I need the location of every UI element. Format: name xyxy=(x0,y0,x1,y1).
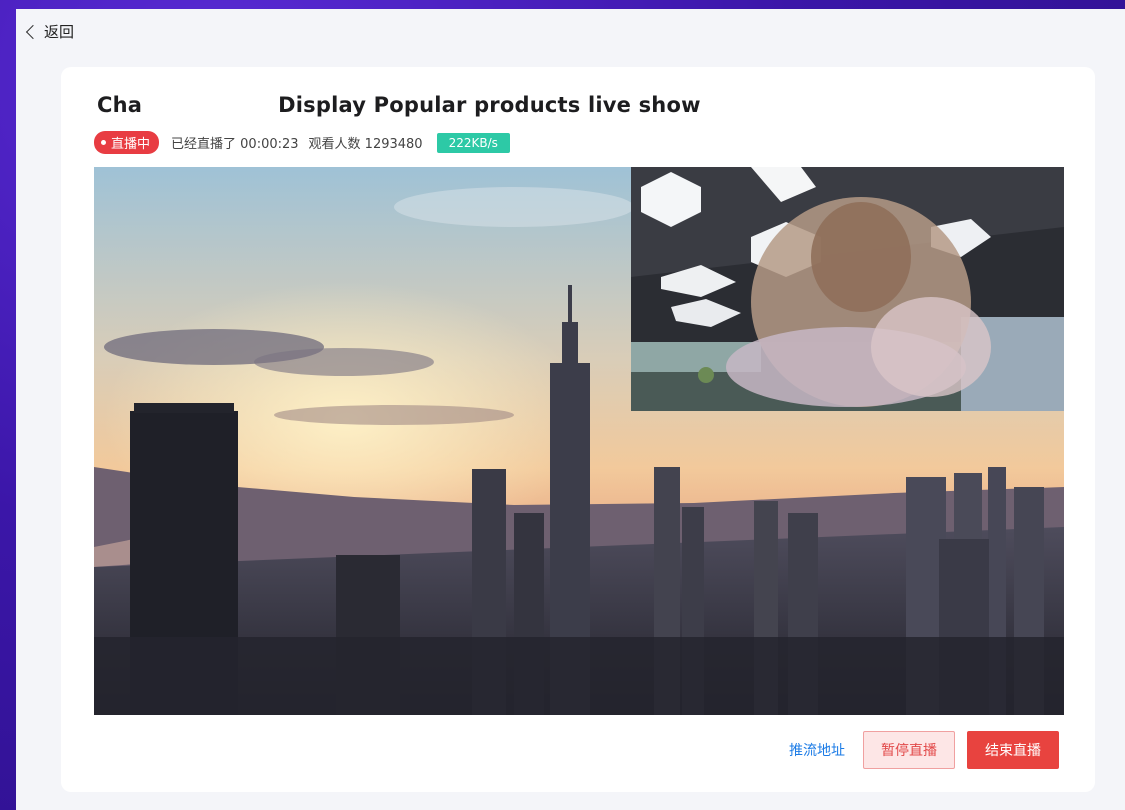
stream-actions: 推流地址 暂停直播 结束直播 xyxy=(789,731,1059,769)
presenter-camera-frame xyxy=(631,167,1064,411)
stream-title-start: Cha xyxy=(97,93,143,117)
push-url-link[interactable]: 推流地址 xyxy=(789,740,845,760)
app-frame: 返回 Cha Display Popular products live show… xyxy=(16,9,1125,810)
back-button[interactable]: 返回 xyxy=(16,9,1125,53)
live-dot-icon xyxy=(101,140,106,145)
live-status-badge: 直播中 xyxy=(94,131,160,154)
live-stream-card: Cha Display Popular products live show 直播… xyxy=(61,67,1095,792)
bitrate-badge: 222KB/s xyxy=(436,132,510,153)
pause-live-button[interactable]: 暂停直播 xyxy=(863,731,955,769)
back-chevron-icon xyxy=(25,24,41,39)
stream-title: Cha Display Popular products live show xyxy=(97,93,701,117)
end-live-button[interactable]: 结束直播 xyxy=(967,731,1059,769)
live-video-player[interactable] xyxy=(94,167,1064,715)
live-status-label: 直播中 xyxy=(111,137,151,152)
back-label: 返回 xyxy=(44,22,75,41)
presenter-camera-pip[interactable] xyxy=(631,167,1064,411)
elapsed-time: 已经直播了 00:00:23 xyxy=(171,137,299,152)
viewer-count: 观看人数 1293480 xyxy=(308,137,423,152)
stream-title-rest: Display Popular products live show xyxy=(278,93,701,117)
stream-meta: 直播中 已经直播了 00:00:23 观看人数 1293480 222KB/s xyxy=(94,131,510,154)
